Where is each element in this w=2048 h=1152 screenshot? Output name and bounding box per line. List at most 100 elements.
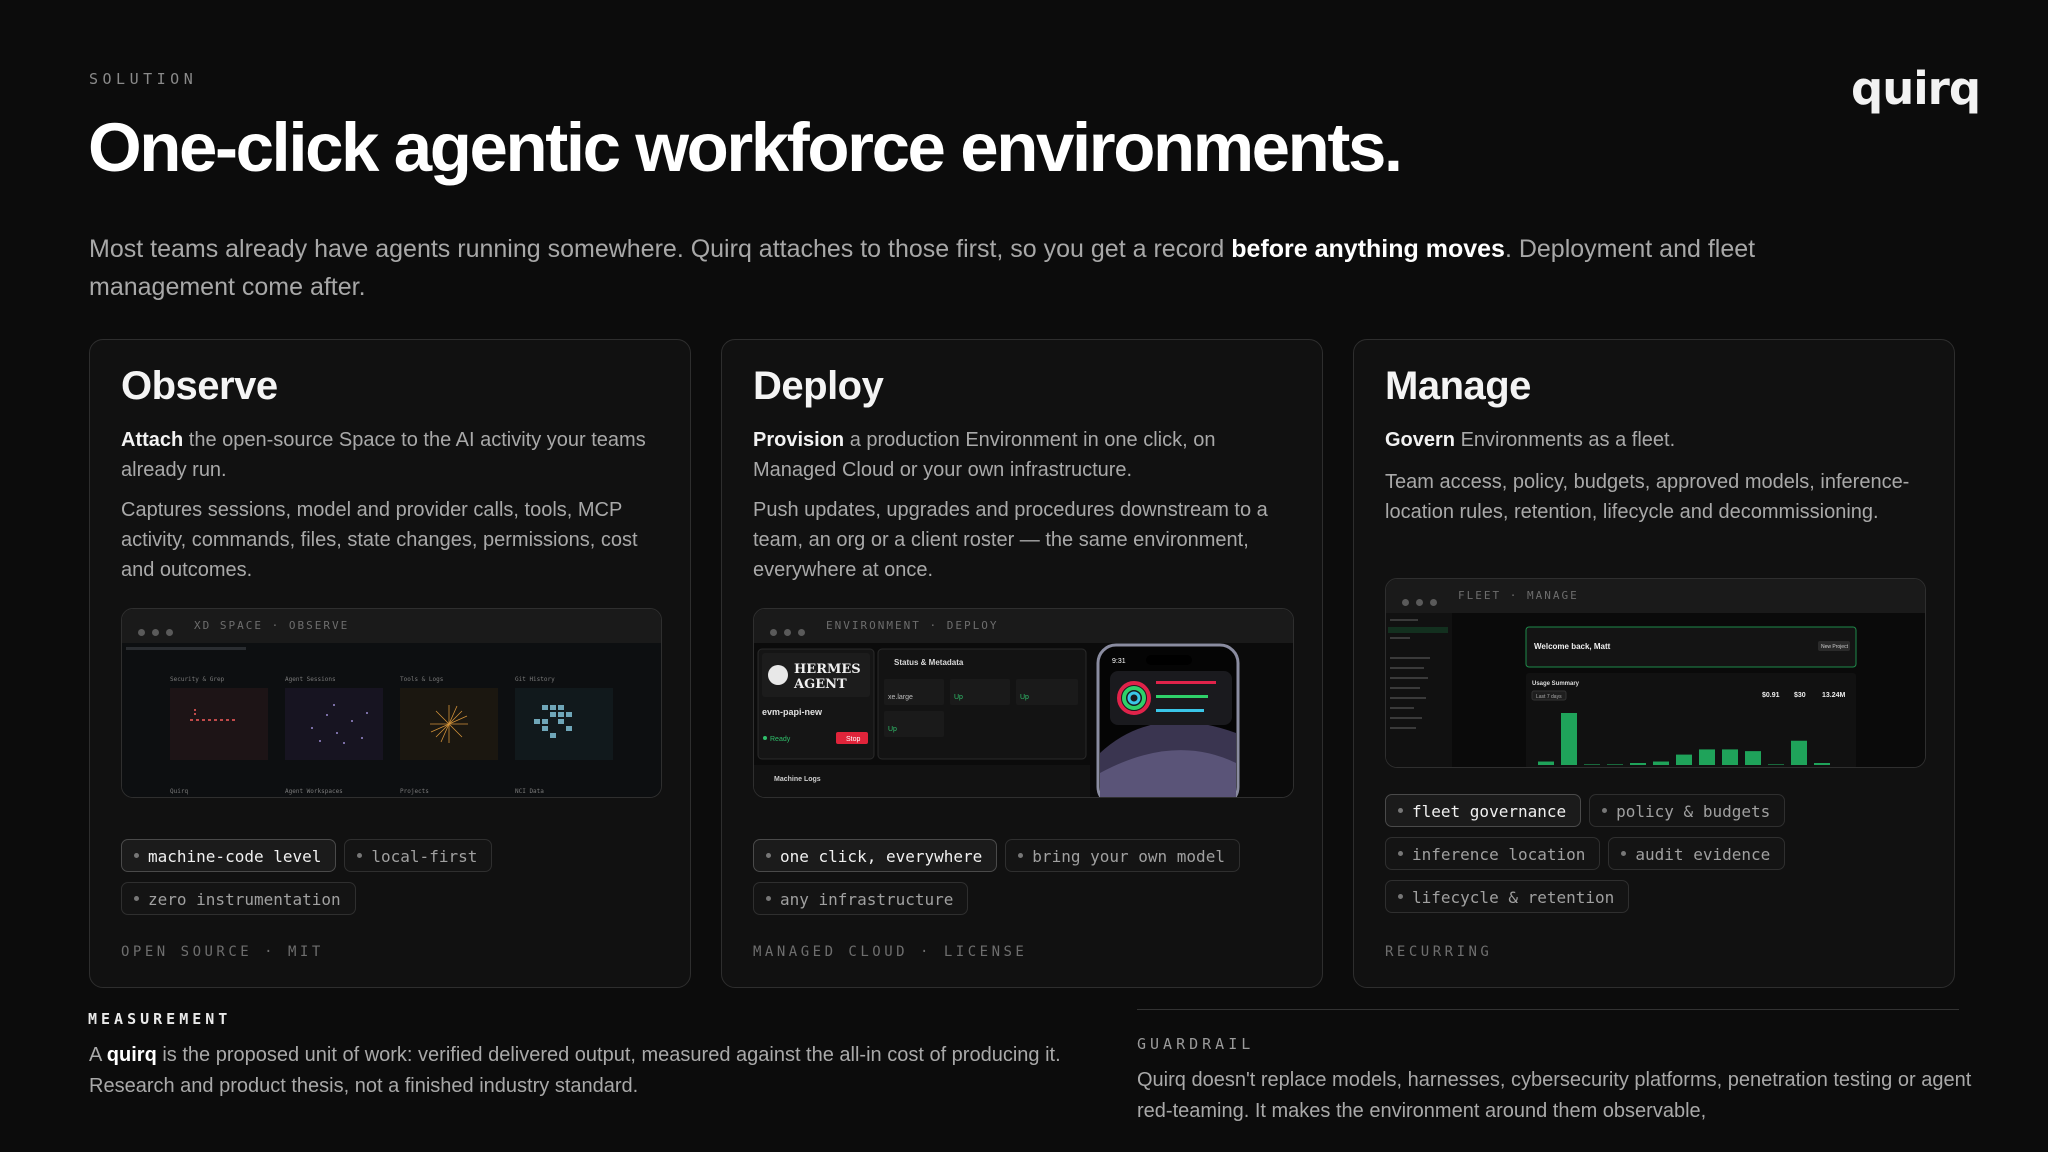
card-footer: RECURRING [1385, 944, 1493, 960]
tag-fleet-governance[interactable]: fleet governance [1385, 794, 1582, 827]
tag-one-click-everywhere[interactable]: one click, everywhere [753, 839, 998, 872]
card-title: Manage [1385, 364, 1531, 408]
lead-rest: the open-source Space to the AI activity… [121, 429, 646, 481]
panel-label-2: Agent Sessions [285, 676, 336, 683]
measurement-term: quirq [106, 1044, 157, 1066]
panel-footer-2: Agent Workspaces [285, 788, 343, 795]
tag-list: machine-code level local-first zero instr… [121, 839, 671, 925]
intro-paragraph: Most teams already have agents running s… [89, 230, 1789, 306]
intro-text-start: Most teams already have agents running s… [89, 235, 1232, 263]
card-lead: Attach the open-source Space to the AI a… [121, 425, 666, 485]
env-status: Ready [770, 736, 791, 743]
card-body: Captures sessions, model and provider ca… [121, 499, 638, 581]
usage-bar [1607, 764, 1623, 765]
guardrail-divider [1137, 1009, 1959, 1010]
manage-dashboard: Welcome back, Matt New Project Usage Sum… [1386, 613, 1925, 767]
usage-bar [1630, 763, 1646, 765]
card-lead: Provision a production Environment in on… [753, 425, 1298, 485]
tag-audit-evidence[interactable]: audit evidence [1608, 837, 1786, 870]
deploy-screenshot: ENVIRONMENT · DEPLOY HERMES AGENT evm-pa… [753, 608, 1294, 798]
card-body: Push updates, upgrades and procedures do… [753, 499, 1268, 581]
card-footer: OPEN SOURCE · MIT [121, 944, 324, 960]
stop-label: Stop [846, 736, 861, 743]
usage-period: Last 7 days [1536, 694, 1562, 700]
usage-bar [1791, 740, 1807, 765]
stat-budget: $30 [1794, 692, 1806, 699]
tag-inference-location[interactable]: inference location [1385, 837, 1601, 870]
agent-logo-line2: AGENT [793, 677, 847, 692]
usage-bar [1561, 713, 1577, 765]
status-up-1: Up [954, 694, 963, 701]
tag-policy-budgets[interactable]: policy & budgets [1589, 794, 1786, 827]
page-title: One-click agentic workforce environments… [88, 109, 1403, 186]
agent-logo-line1: HERMES [794, 662, 861, 677]
machine-logs-label: Machine Logs [774, 776, 821, 783]
panel-label-1: Security & Grep [170, 676, 225, 683]
usage-bar [1699, 749, 1715, 765]
panel-label-3: Tools & Logs [400, 676, 444, 683]
welcome-text: Welcome back, Matt [1534, 642, 1611, 651]
tag-any-infrastructure[interactable]: any infrastructure [753, 882, 969, 915]
card-lead: Govern Environments as a fleet. [1385, 425, 1930, 455]
window-title: XD SPACE · OBSERVE [194, 619, 350, 632]
manage-screenshot: FLEET · MANAGE Welcome back, Matt New Pr… [1385, 578, 1926, 768]
status-panel-title: Status & Metadata [894, 658, 964, 667]
measurement-text: A quirq is the proposed unit of work: ve… [89, 1040, 1069, 1102]
usage-bar [1538, 761, 1554, 765]
tag-list: fleet governance policy & budgets inferen… [1385, 794, 1935, 923]
lead-verb: Provision [753, 429, 845, 451]
usage-bar [1745, 751, 1761, 765]
status-up-3: Up [888, 726, 897, 733]
guardrail-text: Quirq doesn't replace models, harnesses,… [1137, 1069, 1972, 1122]
observe-screenshot: XD SPACE · OBSERVE Security & Grep Agent… [121, 608, 662, 798]
phone-time: 9:31 [1112, 658, 1126, 665]
measurement-post: is the proposed unit of work: verified d… [89, 1044, 1061, 1097]
usage-bar [1676, 754, 1692, 765]
window-titlebar: XD SPACE · OBSERVE [122, 609, 661, 644]
card-title: Observe [121, 364, 278, 408]
usage-bar [1653, 761, 1669, 765]
fleet-sidebar [1386, 613, 1452, 767]
new-project-label: New Project [1821, 644, 1849, 650]
observe-dashboard: Security & Grep Agent Sessions Tools & L… [122, 643, 661, 797]
tag-machine-code-level[interactable]: machine-code level [121, 839, 337, 872]
panel-footer-4: NCI Data [515, 788, 544, 795]
usage-bar [1814, 763, 1830, 765]
manage-card: Manage Govern Environments as a fleet. T… [1353, 339, 1955, 988]
tag-zero-instrumentation[interactable]: zero instrumentation [121, 882, 356, 915]
lead-verb: Attach [121, 429, 184, 451]
deploy-dashboard: HERMES AGENT evm-papi-new Ready Stop Sta… [754, 643, 1293, 797]
window-titlebar: FLEET · MANAGE [1386, 579, 1925, 614]
card-title: Deploy [753, 364, 884, 408]
stat-cost: $0.91 [1762, 692, 1780, 699]
measurement-pre: A [89, 1044, 107, 1066]
panel-footer-3: Projects [400, 788, 429, 795]
quirq-logo[interactable]: quirq [1851, 62, 1981, 115]
tag-list: one click, everywhere bring your own mode… [753, 839, 1303, 925]
card-body: Team access, policy, budgets, approved m… [1385, 471, 1910, 523]
panel-footer-1: Quirq [170, 788, 188, 795]
tag-local-first[interactable]: local-first [344, 839, 493, 872]
intro-emphasis: before anything moves [1231, 235, 1505, 263]
observe-card: Observe Attach the open-source Space to … [89, 339, 691, 988]
lead-verb: Govern [1385, 429, 1456, 451]
eyebrow-label: SOLUTION [89, 70, 198, 88]
status-up-2: Up [1020, 694, 1029, 701]
instance-type: xe.large [888, 694, 913, 701]
deploy-card: Deploy Provision a production Environmen… [721, 339, 1323, 988]
panel-sessions [285, 688, 383, 760]
panel-label-4: Git History [515, 676, 555, 683]
tag-lifecycle-retention[interactable]: lifecycle & retention [1385, 880, 1630, 913]
window-titlebar: ENVIRONMENT · DEPLOY [754, 609, 1293, 644]
window-title: FLEET · MANAGE [1458, 589, 1579, 602]
window-controls [138, 623, 180, 641]
usage-bar [1584, 764, 1600, 765]
usage-summary-title: Usage Summary [1532, 681, 1580, 687]
env-name: evm-papi-new [762, 707, 823, 717]
panel-security [170, 688, 268, 760]
guardrail-label: GUARDRAIL [1137, 1035, 1255, 1053]
tag-bring-your-own-model[interactable]: bring your own model [1005, 839, 1240, 872]
measurement-label: MEASUREMENT [88, 1010, 232, 1028]
window-controls [770, 623, 812, 641]
card-footer: MANAGED CLOUD · LICENSE [753, 944, 1028, 960]
